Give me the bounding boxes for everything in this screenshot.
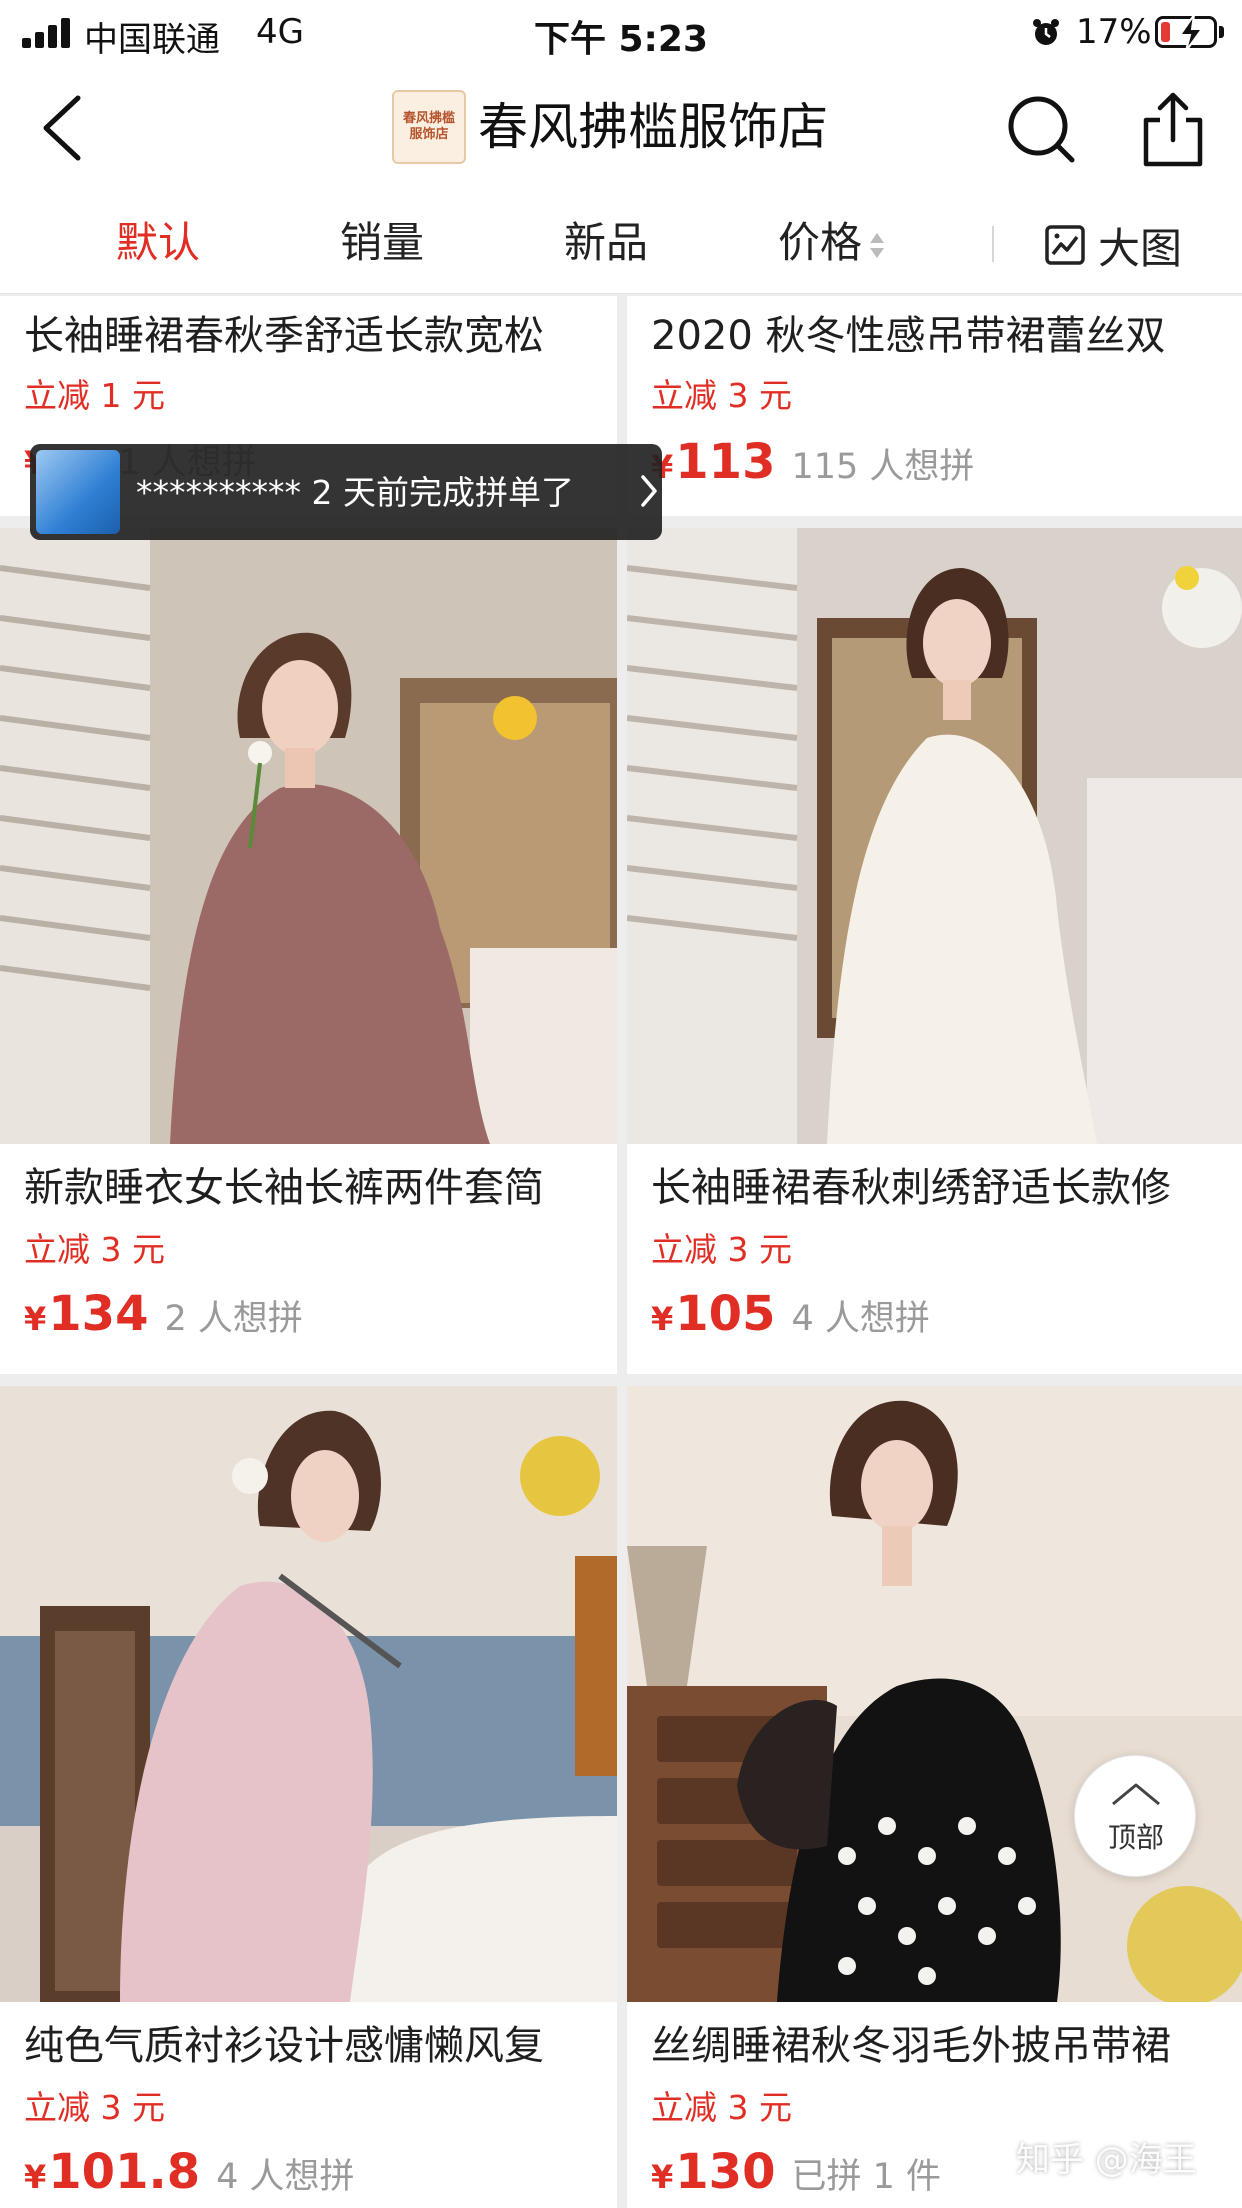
product-discount: 立减 1 元 bbox=[24, 376, 165, 415]
currency-symbol: ¥ bbox=[651, 2158, 674, 2196]
product-title: 纯色气质衬衫设计感慵懒风复 bbox=[24, 2023, 544, 2069]
back-icon[interactable] bbox=[28, 90, 98, 166]
chevron-right-icon bbox=[641, 475, 657, 507]
product-discount: 立减 3 元 bbox=[651, 376, 792, 415]
battery-tip bbox=[1219, 26, 1224, 38]
product-card[interactable]: 新款睡衣女长袖长裤两件套简 立减 3 元 ¥ 134 2 人想拼 bbox=[0, 528, 617, 1374]
product-sold: 115 人想拼 bbox=[791, 447, 975, 487]
back-to-top-label: 顶部 bbox=[1107, 1821, 1164, 1854]
toast-message: ********** 2 天前完成拼单了 bbox=[136, 473, 574, 512]
tab-default[interactable]: 默认 bbox=[116, 218, 200, 268]
product-price: 101.8 bbox=[48, 2144, 201, 2200]
currency-symbol: ¥ bbox=[24, 1300, 47, 1338]
product-sold: 4 人想拼 bbox=[216, 2157, 355, 2197]
sort-arrows-icon bbox=[870, 231, 885, 261]
product-title: 长袖睡裙春秋刺绣舒适长款修 bbox=[651, 1165, 1171, 1211]
product-price-row: ¥ 105 4 人想拼 bbox=[651, 1286, 930, 1342]
charging-icon bbox=[1178, 15, 1204, 51]
battery-icon bbox=[1155, 15, 1217, 51]
tab-price-label: 价格 bbox=[778, 218, 863, 267]
product-title: 丝绸睡裙秋冬羽毛外披吊带裙 bbox=[651, 2023, 1171, 2069]
product-price: 130 bbox=[675, 2144, 776, 2200]
product-title: 长袖睡裙春秋季舒适长款宽松 bbox=[24, 313, 544, 359]
product-image[interactable] bbox=[0, 1386, 617, 2002]
product-sold: 2 人想拼 bbox=[164, 1299, 303, 1339]
tab-divider bbox=[992, 226, 994, 262]
group-buy-toast[interactable]: ********** 2 天前完成拼单了 bbox=[30, 444, 662, 540]
product-sold: 已拼 1 件 bbox=[791, 2157, 941, 2197]
product-discount: 立减 3 元 bbox=[24, 2088, 165, 2127]
view-toggle-button[interactable]: 大图 bbox=[1044, 218, 1182, 273]
product-title: 新款睡衣女长袖长裤两件套简 bbox=[24, 1165, 544, 1211]
tab-new[interactable]: 新品 bbox=[564, 218, 648, 268]
avatar bbox=[36, 450, 120, 534]
chevron-up-icon bbox=[1112, 1783, 1160, 1806]
tab-sales[interactable]: 销量 bbox=[340, 218, 424, 268]
view-toggle-label: 大图 bbox=[1098, 223, 1183, 273]
product-price-row: ¥ 130 已拼 1 件 bbox=[651, 2144, 941, 2200]
shop-header: 春风拂槛服饰店 春风拂槛服饰店 bbox=[0, 62, 1242, 194]
currency-symbol: ¥ bbox=[24, 2158, 47, 2196]
product-price: 113 bbox=[675, 434, 776, 490]
product-card[interactable]: 纯色气质衬衫设计感慵懒风复 立减 3 元 ¥ 101.8 4 人想拼 bbox=[0, 1386, 617, 2208]
product-image[interactable] bbox=[627, 1386, 1242, 2002]
image-icon bbox=[1045, 225, 1085, 265]
status-bar: 中国联通 4G 下午 5:23 17% bbox=[0, 0, 1242, 62]
currency-symbol: ¥ bbox=[651, 1300, 674, 1338]
alarm-icon bbox=[1033, 19, 1059, 45]
product-price-row: ¥ 113 115 人想拼 bbox=[651, 434, 974, 490]
product-card[interactable]: 2020 秋冬性感吊带裙蕾丝双 立减 3 元 ¥ 113 115 人想拼 bbox=[627, 296, 1242, 516]
watermark: 知乎 @海王 bbox=[1016, 2140, 1197, 2180]
product-title: 2020 秋冬性感吊带裙蕾丝双 bbox=[651, 313, 1166, 359]
shop-name[interactable]: 春风拂槛服饰店 bbox=[478, 92, 828, 162]
product-sold: 4 人想拼 bbox=[791, 1299, 930, 1339]
share-icon[interactable] bbox=[1138, 90, 1208, 170]
product-discount: 立减 3 元 bbox=[651, 1230, 792, 1269]
product-card[interactable]: 长袖睡裙春秋刺绣舒适长款修 立减 3 元 ¥ 105 4 人想拼 bbox=[627, 528, 1242, 1374]
battery-fill bbox=[1161, 22, 1170, 42]
product-price-row: ¥ 101.8 4 人想拼 bbox=[24, 2144, 355, 2200]
product-image[interactable] bbox=[627, 528, 1242, 1144]
product-discount: 立减 3 元 bbox=[24, 1230, 165, 1269]
product-price: 134 bbox=[48, 1286, 149, 1342]
product-discount: 立减 3 元 bbox=[651, 2088, 792, 2127]
back-to-top-button[interactable]: 顶部 bbox=[1074, 1755, 1196, 1877]
shop-logo[interactable]: 春风拂槛服饰店 bbox=[392, 90, 466, 164]
product-price: 105 bbox=[675, 1286, 776, 1342]
tab-price[interactable]: 价格 bbox=[778, 218, 885, 268]
search-icon[interactable] bbox=[1002, 92, 1082, 168]
product-price-row: ¥ 134 2 人想拼 bbox=[24, 1286, 303, 1342]
battery-percent: 17% bbox=[1076, 12, 1152, 52]
product-image[interactable] bbox=[0, 528, 617, 1144]
